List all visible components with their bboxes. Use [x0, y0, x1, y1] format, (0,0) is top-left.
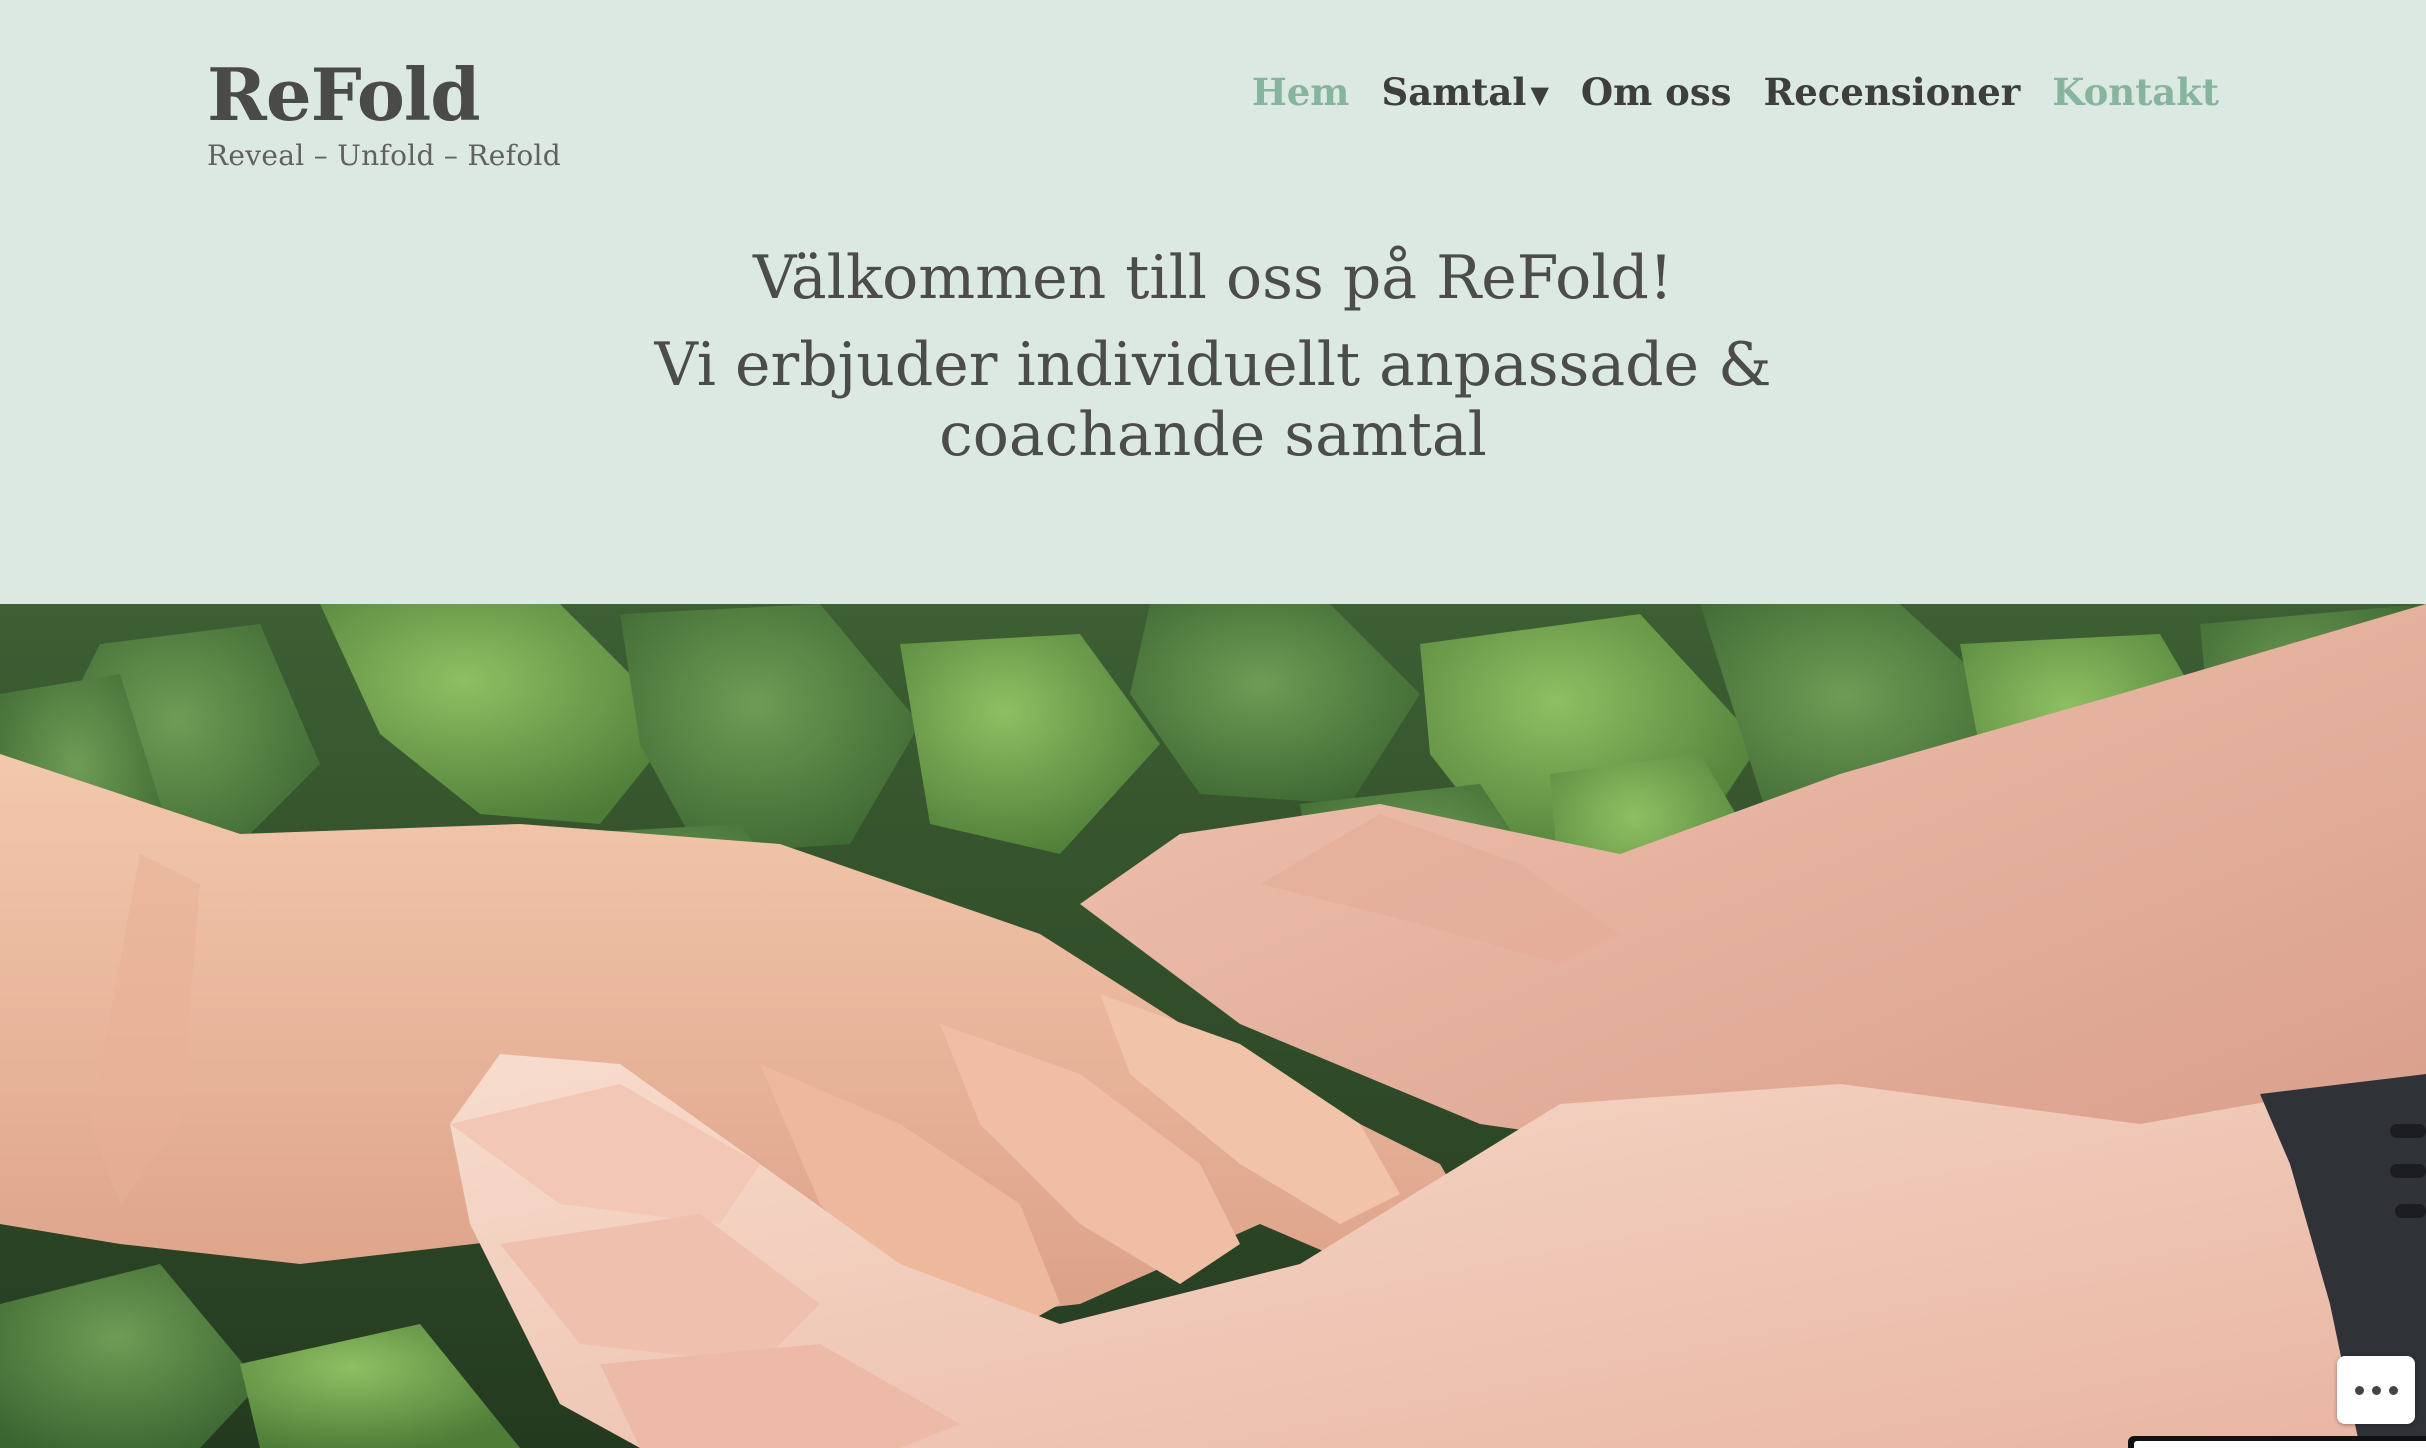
ellipsis-icon-dot — [2371, 1385, 2381, 1395]
ellipsis-icon — [2354, 1385, 2364, 1395]
hero-image — [0, 604, 2426, 1448]
nav-item-kontakt[interactable]: Kontakt — [2052, 62, 2219, 122]
site-tagline: Reveal – Unfold – Refold — [207, 139, 561, 172]
nav-item-label: Kontakt — [2052, 70, 2219, 114]
site-header: ReFold Reveal – Unfold – Refold Hem Samt… — [0, 0, 2426, 200]
page: ReFold Reveal – Unfold – Refold Hem Samt… — [0, 0, 2426, 1448]
nav-item-label: Samtal — [1381, 70, 1527, 114]
corner-bar-inner — [2134, 1441, 2426, 1448]
offer-heading: Vi erbjuder individuellt anpassade & coa… — [654, 330, 1772, 470]
ellipsis-icon-dot — [2388, 1385, 2398, 1395]
caret-down-icon: ▼ — [1530, 80, 1549, 109]
brand: ReFold Reveal – Unfold – Refold — [207, 50, 561, 174]
nav-item-hem[interactable]: Hem — [1252, 62, 1350, 122]
intro-section: Välkommen till oss på ReFold! Vi erbjude… — [0, 230, 2426, 470]
nav-item-label: Om oss — [1580, 70, 1732, 114]
welcome-heading: Välkommen till oss på ReFold! — [753, 243, 1673, 313]
nav-item-label: Recensioner — [1763, 70, 2021, 114]
nav-item-om-oss[interactable]: Om oss — [1581, 62, 1732, 122]
nav-item-label: Hem — [1251, 70, 1350, 114]
hands-photo — [0, 604, 2426, 1448]
more-options-button[interactable] — [2337, 1356, 2415, 1424]
nav-item-samtal[interactable]: Samtal ▼ — [1381, 62, 1548, 122]
main-nav: Hem Samtal ▼ Om oss Recensioner Kontakt — [1252, 62, 2219, 122]
site-title[interactable]: ReFold — [207, 50, 561, 140]
nav-item-recensioner[interactable]: Recensioner — [1764, 62, 2021, 122]
corner-bar — [2128, 1436, 2426, 1448]
